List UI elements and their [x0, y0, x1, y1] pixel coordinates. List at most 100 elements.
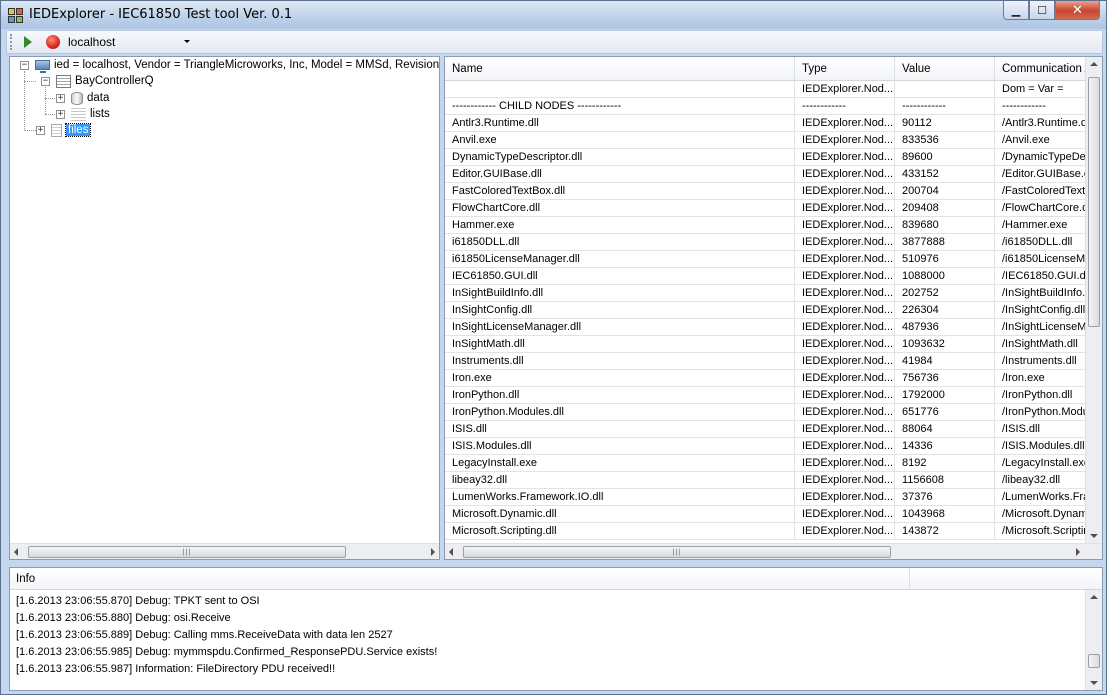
table-row[interactable]: ISIS.Modules.dll IEDExplorer.Nod... 14336/… [445, 438, 1085, 455]
scroll-down-icon[interactable] [1090, 681, 1098, 685]
cell-name: LumenWorks.Framework.IO.dll [445, 489, 795, 506]
cell-value: 89600 [895, 149, 995, 166]
cell-name: Hammer.exe [445, 217, 795, 234]
log-line: [1.6.2013 23:06:55.985] Debug: mymmspdu.… [16, 646, 438, 658]
table-row[interactable]: DynamicTypeDescriptor.dll IEDExplorer.Nod… [445, 149, 1085, 166]
expand-icon[interactable]: + [56, 93, 65, 103]
tree-node-data[interactable]: + data [56, 90, 109, 106]
scroll-left-icon[interactable] [14, 548, 18, 556]
table-row[interactable]: IEC61850.GUI.dll IEDExplorer.Nod... 108800… [445, 268, 1085, 285]
scroll-thumb[interactable]: ||| [463, 546, 891, 558]
cell-type: IEDExplorer.Nod... [795, 472, 895, 489]
tree-node-ied[interactable]: − ied = localhost, Vendor = TriangleMicr… [20, 57, 439, 73]
table-row[interactable]: LumenWorks.Framework.IO.dll IEDExplorer.N… [445, 489, 1085, 506]
table-row[interactable]: InSightLicenseManager.dll IEDExplorer.Nod… [445, 319, 1085, 336]
table-row[interactable]: Hammer.exe IEDExplorer.Nod... 839680/Hamme… [445, 217, 1085, 234]
table-row[interactable]: ------------ CHILD NODES ------------ ---… [445, 98, 1085, 115]
close-button[interactable]: ✕ [1055, 1, 1100, 20]
table-row[interactable]: Microsoft.Scripting.dll IEDExplorer.Nod..… [445, 523, 1085, 540]
table-row[interactable]: ISIS.dll IEDExplorer.Nod... 88064/ISIS.dll [445, 421, 1085, 438]
column-header-communication-address[interactable]: Communication A [995, 57, 1085, 81]
scroll-left-icon[interactable] [449, 548, 453, 556]
table-row[interactable]: IEDExplorer.Nod... Dom = Var = [445, 81, 1085, 98]
column-header-type[interactable]: Type [795, 57, 895, 81]
log-line: [1.6.2013 23:06:55.987] Information: Fil… [16, 663, 336, 675]
table-row[interactable]: IronPython.Modules.dll IEDExplorer.Nod...… [445, 404, 1085, 421]
cell-type: IEDExplorer.Nod... [795, 387, 895, 404]
grid-horizontal-scrollbar[interactable]: ||| [445, 543, 1102, 559]
cell-type: IEDExplorer.Nod... [795, 285, 895, 302]
table-row[interactable]: InSightConfig.dll IEDExplorer.Nod... 22630… [445, 302, 1085, 319]
scroll-thumb[interactable] [1088, 77, 1100, 327]
grid-vertical-scrollbar[interactable] [1085, 57, 1102, 543]
cell-name [445, 81, 795, 98]
maximize-button[interactable]: ☐ [1029, 1, 1055, 20]
minimize-button[interactable]: ▁ [1003, 1, 1029, 20]
cell-value: 8192 [895, 455, 995, 472]
column-header-name[interactable]: Name [445, 57, 795, 81]
cell-type: IEDExplorer.Nod... [795, 506, 895, 523]
scroll-thumb[interactable]: ||| [28, 546, 346, 558]
main-window: IEDExplorer - IEC61850 Test tool Ver. 0.… [0, 0, 1107, 695]
table-row[interactable]: i61850LicenseManager.dll IEDExplorer.Nod.… [445, 251, 1085, 268]
cell-name: ------------ CHILD NODES ------------ [445, 98, 795, 115]
window-controls: ▁ ☐ ✕ [1003, 1, 1100, 20]
cell-type: IEDExplorer.Nod... [795, 319, 895, 336]
cell-communication-address: ------------ [995, 98, 1085, 115]
table-row[interactable]: IronPython.dll IEDExplorer.Nod... 1792000/… [445, 387, 1085, 404]
table-row[interactable]: Iron.exe IEDExplorer.Nod... 756736/Iron.ex… [445, 370, 1085, 387]
expand-icon[interactable]: + [56, 109, 65, 119]
cell-name: FastColoredTextBox.dll [445, 183, 795, 200]
scroll-right-icon[interactable] [1076, 548, 1080, 556]
toolbar-grip[interactable] [10, 34, 14, 50]
log-vertical-scrollbar[interactable] [1085, 590, 1102, 690]
scroll-up-icon[interactable] [1090, 62, 1098, 66]
table-row[interactable]: FastColoredTextBox.dll IEDExplorer.Nod...… [445, 183, 1085, 200]
title-bar[interactable]: IEDExplorer - IEC61850 Test tool Ver. 0.… [1, 1, 1106, 29]
cell-type: IEDExplorer.Nod... [795, 302, 895, 319]
cell-communication-address: /Microsoft.Scriptir [995, 523, 1085, 540]
cell-communication-address: /i61850LicenseM [995, 251, 1085, 268]
table-row[interactable]: Microsoft.Dynamic.dll IEDExplorer.Nod... 1… [445, 506, 1085, 523]
scroll-down-icon[interactable] [1090, 534, 1098, 538]
cell-name: InSightMath.dll [445, 336, 795, 353]
cell-communication-address: /IronPython.Modu [995, 404, 1085, 421]
cell-type: IEDExplorer.Nod... [795, 438, 895, 455]
info-column-header[interactable]: Info [10, 568, 910, 590]
stop-icon[interactable] [46, 35, 60, 49]
column-header-value[interactable]: Value [895, 57, 995, 81]
table-row[interactable]: i61850DLL.dll IEDExplorer.Nod... 3877888/i… [445, 234, 1085, 251]
table-row[interactable]: libeay32.dll IEDExplorer.Nod... 1156608/li… [445, 472, 1085, 489]
expand-icon[interactable]: + [36, 125, 45, 135]
table-row[interactable]: InSightMath.dll IEDExplorer.Nod... 1093632… [445, 336, 1085, 353]
collapse-icon[interactable]: − [20, 60, 29, 70]
tree-horizontal-scrollbar[interactable]: ||| [10, 543, 439, 559]
scroll-right-icon[interactable] [431, 548, 435, 556]
chevron-down-icon[interactable] [184, 40, 190, 43]
cell-type: IEDExplorer.Nod... [795, 268, 895, 285]
table-row[interactable]: LegacyInstall.exe IEDExplorer.Nod... 8192/… [445, 455, 1085, 472]
table-row[interactable]: Instruments.dll IEDExplorer.Nod... 41984/I… [445, 353, 1085, 370]
table-row[interactable]: Antlr3.Runtime.dll IEDExplorer.Nod... 9011… [445, 115, 1085, 132]
tree-node-ld[interactable]: − BayControllerQ [41, 73, 154, 89]
cell-name: FlowChartCore.dll [445, 200, 795, 217]
cell-communication-address: /FastColoredText [995, 183, 1085, 200]
cell-type: IEDExplorer.Nod... [795, 81, 895, 98]
cell-value: 226304 [895, 302, 995, 319]
cell-value: 200704 [895, 183, 995, 200]
cell-type: IEDExplorer.Nod... [795, 353, 895, 370]
cell-name: IEC61850.GUI.dll [445, 268, 795, 285]
tree-node-files[interactable]: + files [36, 122, 92, 138]
scroll-thumb[interactable] [1088, 654, 1100, 668]
play-icon[interactable] [24, 36, 32, 48]
table-row[interactable]: InSightBuildInfo.dll IEDExplorer.Nod... 20… [445, 285, 1085, 302]
table-row[interactable]: FlowChartCore.dll IEDExplorer.Nod... 20940… [445, 200, 1085, 217]
tree-node-label: data [87, 92, 110, 104]
table-row[interactable]: Anvil.exe IEDExplorer.Nod... 833536/Anvil.… [445, 132, 1085, 149]
collapse-icon[interactable]: − [41, 76, 50, 86]
scroll-up-icon[interactable] [1090, 595, 1098, 599]
cell-value [895, 81, 995, 98]
host-combobox[interactable]: localhost [68, 33, 192, 51]
table-row[interactable]: Editor.GUIBase.dll IEDExplorer.Nod... 4331… [445, 166, 1085, 183]
tree-node-lists[interactable]: + lists [56, 106, 110, 122]
